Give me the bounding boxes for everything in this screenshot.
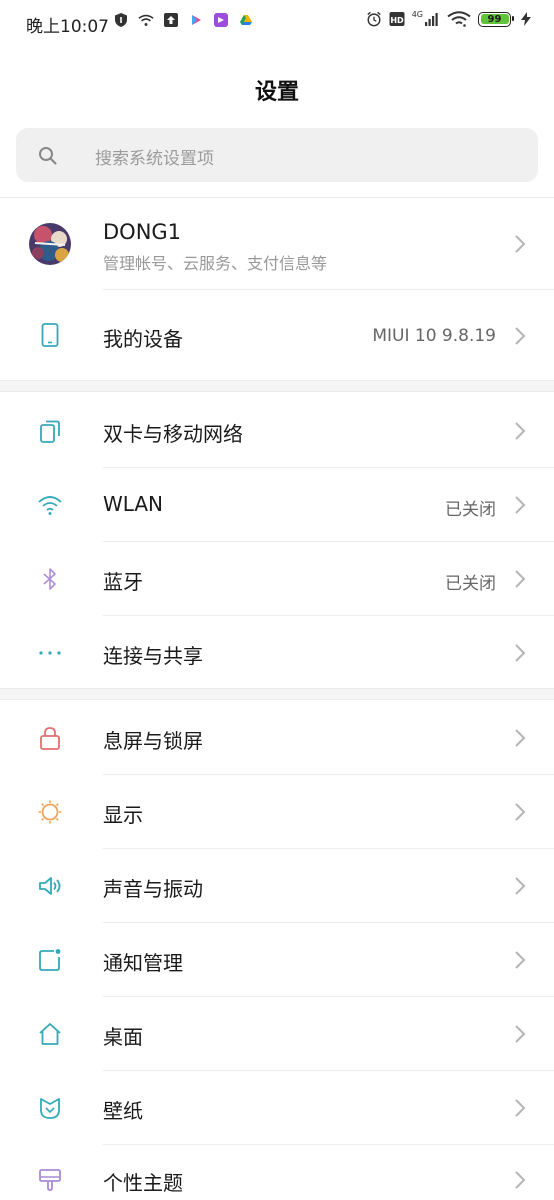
wallpaper-icon bbox=[37, 1095, 63, 1121]
search-bar[interactable]: 搜索系统设置项 bbox=[16, 128, 538, 182]
account-row[interactable] bbox=[0, 198, 554, 290]
bluetooth-label: 蓝牙 bbox=[103, 570, 143, 594]
my-device-version: MIUI 10 9.8.19 bbox=[372, 326, 496, 346]
theme-brush-icon bbox=[37, 1167, 63, 1193]
search-icon bbox=[38, 146, 58, 170]
display-label: 显示 bbox=[103, 803, 143, 827]
shield-icon bbox=[113, 12, 129, 28]
wlan-row[interactable]: WLAN 已关闭 bbox=[0, 468, 554, 542]
chevron-right-icon bbox=[515, 235, 526, 253]
section-separator bbox=[0, 380, 554, 392]
dual-sim-row[interactable]: 双卡与移动网络 bbox=[0, 394, 554, 468]
account-name: DONG1 bbox=[103, 220, 182, 244]
signal-icon bbox=[425, 13, 438, 26]
chevron-right-icon bbox=[515, 803, 526, 821]
avatar bbox=[29, 223, 71, 265]
chevron-right-icon bbox=[515, 877, 526, 895]
dual-sim-label: 双卡与移动网络 bbox=[103, 422, 243, 446]
status-left-icons bbox=[113, 12, 254, 28]
chevron-right-icon bbox=[515, 570, 526, 588]
wifi-signal-icon bbox=[447, 11, 471, 27]
status-bar: 晚上10:07 HD 4G 99 bbox=[0, 0, 554, 46]
chevron-right-icon bbox=[515, 1099, 526, 1117]
themes-row[interactable]: 个性主题 bbox=[0, 1145, 554, 1200]
notification-label: 通知管理 bbox=[103, 951, 183, 975]
more-dots-icon bbox=[37, 640, 63, 666]
battery-icon: 99 bbox=[478, 11, 514, 27]
upload-icon bbox=[163, 12, 179, 28]
chevron-right-icon bbox=[515, 327, 526, 345]
wlan-label: WLAN bbox=[103, 492, 164, 516]
chevron-right-icon bbox=[515, 422, 526, 440]
charging-icon bbox=[518, 11, 534, 27]
notification-icon bbox=[37, 947, 63, 973]
sim-card-icon bbox=[37, 418, 63, 444]
wallpaper-label: 壁纸 bbox=[103, 1099, 143, 1123]
themes-label: 个性主题 bbox=[103, 1171, 183, 1195]
wifi-icon bbox=[37, 492, 63, 518]
status-right-icons: HD 4G 99 bbox=[366, 11, 534, 27]
wlan-status: 已关闭 bbox=[445, 500, 496, 520]
speaker-icon bbox=[37, 873, 63, 899]
alarm-icon bbox=[366, 11, 382, 27]
sound-vibration-label: 声音与振动 bbox=[103, 877, 203, 901]
play-store-icon bbox=[188, 12, 204, 28]
my-device-label: 我的设备 bbox=[103, 327, 183, 351]
chevron-right-icon bbox=[515, 1025, 526, 1043]
notification-row[interactable]: 通知管理 bbox=[0, 923, 554, 997]
drive-icon bbox=[238, 12, 254, 28]
chevron-right-icon bbox=[515, 729, 526, 747]
lock-screen-label: 息屏与锁屏 bbox=[103, 729, 203, 753]
connection-sharing-row[interactable]: 连接与共享 bbox=[0, 616, 554, 688]
battery-level: 99 bbox=[487, 13, 502, 25]
my-device-row[interactable]: 我的设备 MIUI 10 9.8.19 bbox=[0, 290, 554, 380]
hd-icon: HD bbox=[389, 11, 405, 27]
chevron-right-icon bbox=[515, 951, 526, 969]
home-icon bbox=[37, 1021, 63, 1047]
bluetooth-icon bbox=[37, 566, 63, 592]
section-separator bbox=[0, 688, 554, 700]
wifi-status-icon bbox=[138, 12, 154, 28]
app-icon bbox=[213, 12, 229, 28]
connection-sharing-label: 连接与共享 bbox=[103, 644, 203, 668]
chevron-right-icon bbox=[515, 1171, 526, 1189]
account-subtitle: 管理帐号、云服务、支付信息等 bbox=[103, 254, 328, 273]
status-time: 晚上10:07 bbox=[26, 17, 109, 37]
sun-icon bbox=[37, 799, 63, 825]
chevron-right-icon bbox=[515, 644, 526, 662]
page-title: 设置 bbox=[254, 80, 299, 105]
chevron-right-icon bbox=[515, 496, 526, 514]
wallpaper-row[interactable]: 壁纸 bbox=[0, 1071, 554, 1145]
network-type: 4G bbox=[412, 11, 440, 27]
display-row[interactable]: 显示 bbox=[0, 775, 554, 849]
lock-icon bbox=[37, 725, 63, 751]
network-label: 4G bbox=[411, 10, 423, 19]
bluetooth-status: 已关闭 bbox=[445, 574, 496, 594]
sound-vibration-row[interactable]: 声音与振动 bbox=[0, 849, 554, 923]
lock-screen-row[interactable]: 息屏与锁屏 bbox=[0, 702, 554, 775]
bluetooth-row[interactable]: 蓝牙 已关闭 bbox=[0, 542, 554, 616]
home-screen-label: 桌面 bbox=[103, 1025, 143, 1049]
svg-text:HD: HD bbox=[390, 16, 404, 25]
phone-icon bbox=[37, 322, 63, 348]
search-input[interactable]: 搜索系统设置项 bbox=[95, 144, 214, 169]
home-screen-row[interactable]: 桌面 bbox=[0, 997, 554, 1071]
